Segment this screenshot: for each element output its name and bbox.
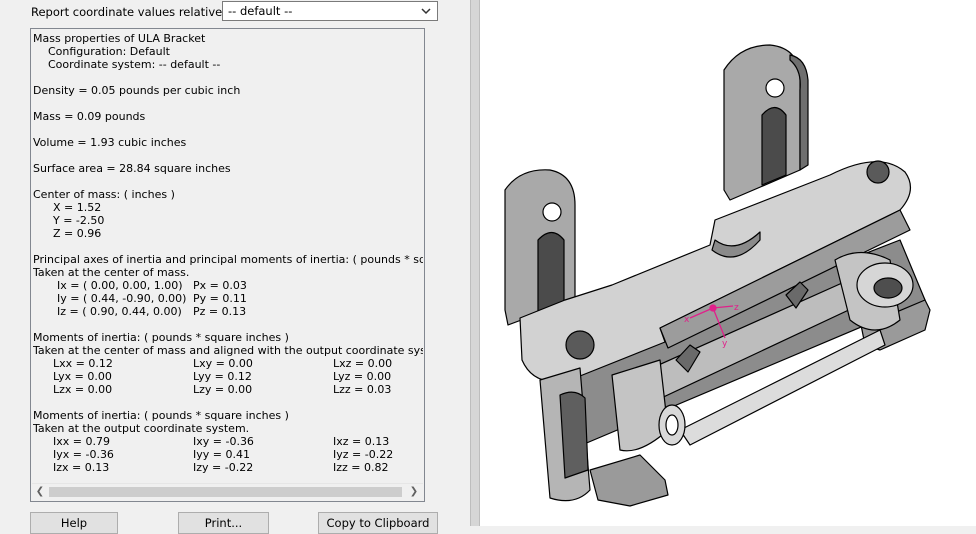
moi-com-value: Lyz = 0.00 (333, 370, 392, 383)
moi-com-value: Lzy = 0.00 (193, 383, 253, 396)
print-button[interactable]: Print... (178, 512, 269, 534)
moi-com-sub: Taken at the center of mass and aligned … (33, 344, 423, 357)
scrollbar-thumb[interactable] (49, 487, 402, 497)
moi-com-value: Lxy = 0.00 (193, 357, 253, 370)
moi-com-value: Lyy = 0.12 (193, 370, 252, 383)
triad-y-label: y (722, 339, 728, 349)
results-text: Mass properties of ULA Bracket Configura… (33, 31, 423, 484)
triad-z-label: z (734, 303, 739, 313)
moi-out-value: Ixx = 0.79 (53, 435, 110, 448)
com-y: Y = -2.50 (53, 214, 105, 227)
moi-com-value: Lyx = 0.00 (53, 370, 112, 383)
configuration-line: Configuration: Default (48, 45, 170, 58)
help-button[interactable]: Help (30, 512, 118, 534)
moi-out-value: Iyx = -0.36 (53, 448, 114, 461)
triad-x-label: x (684, 315, 690, 325)
model-viewport[interactable]: x z y (480, 0, 976, 526)
principal-axis: Iy = ( 0.44, -0.90, 0.00) (57, 292, 187, 305)
chevron-down-icon (421, 8, 431, 15)
panel-divider[interactable] (470, 0, 480, 526)
moi-com-value: Lxz = 0.00 (333, 357, 393, 370)
com-z: Z = 0.96 (53, 227, 102, 240)
report-title: Mass properties of ULA Bracket (33, 32, 206, 45)
moi-out-sub: Taken at the output coordinate system. (33, 422, 250, 435)
moi-out-value: Izy = -0.22 (193, 461, 254, 474)
moi-out-value: Ixz = 0.13 (333, 435, 390, 448)
coordinate-system-select[interactable]: -- default -- (222, 1, 438, 21)
moi-com-value: Lzx = 0.00 (53, 383, 113, 396)
principal-header: Principal axes of inertia and principal … (33, 253, 423, 266)
moi-out-value: Ixy = -0.36 (193, 435, 254, 448)
moi-com-value: Lzz = 0.03 (333, 383, 392, 396)
principal-sub: Taken at the center of mass. (33, 266, 190, 279)
principal-axis: Iz = ( 0.90, 0.44, 0.00) (57, 305, 182, 318)
moi-out-value: Izx = 0.13 (53, 461, 110, 474)
moi-com-header: Moments of inertia: ( pounds * square in… (33, 331, 289, 344)
volume-line: Volume = 1.93 cubic inches (33, 136, 187, 149)
principal-moment: Py = 0.11 (193, 292, 247, 305)
scroll-right-icon[interactable]: ❯ (408, 486, 420, 498)
horizontal-scrollbar[interactable]: ❮ ❯ (32, 483, 423, 500)
surface-area-line: Surface area = 28.84 square inches (33, 162, 231, 175)
mass-line: Mass = 0.09 pounds (33, 110, 146, 123)
moi-out-value: Iyy = 0.41 (193, 448, 250, 461)
coordinate-system-value: -- default -- (228, 4, 293, 18)
principal-moment: Pz = 0.13 (193, 305, 247, 318)
results-textbox[interactable]: Mass properties of ULA Bracket Configura… (30, 28, 425, 502)
copy-to-clipboard-button[interactable]: Copy to Clipboard (318, 512, 438, 534)
coordinate-label: Report coordinate values relative to: (31, 5, 242, 19)
com-x: X = 1.52 (53, 201, 102, 214)
moi-out-value: Iyz = -0.22 (333, 448, 394, 461)
moi-out-value: Izz = 0.82 (333, 461, 389, 474)
center-of-mass-header: Center of mass: ( inches ) (33, 188, 175, 201)
principal-axis: Ix = ( 0.00, 0.00, 1.00) (57, 279, 183, 292)
density-line: Density = 0.05 pounds per cubic inch (33, 84, 241, 97)
moi-com-value: Lxx = 0.12 (53, 357, 113, 370)
principal-moment: Px = 0.03 (193, 279, 247, 292)
ula-bracket-model: x z y (504, 44, 931, 507)
coord-system-line: Coordinate system: -- default -- (48, 58, 221, 71)
moi-out-header: Moments of inertia: ( pounds * square in… (33, 409, 289, 422)
mass-properties-panel: Report coordinate values relative to: --… (0, 0, 470, 534)
scroll-left-icon[interactable]: ❮ (34, 486, 46, 498)
